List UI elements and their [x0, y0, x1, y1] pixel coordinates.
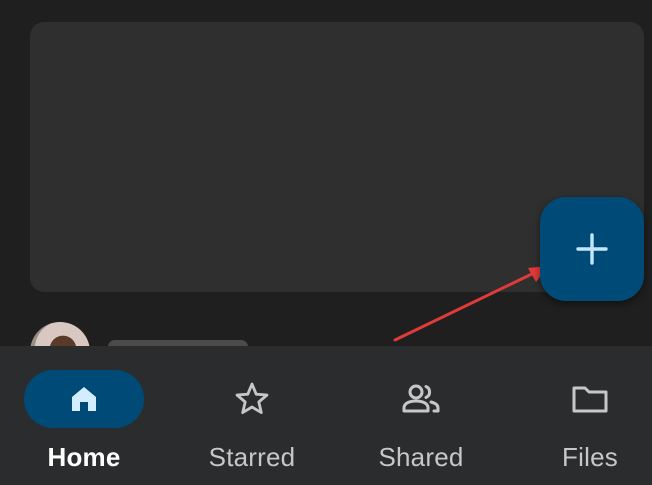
bottom-navigation: Home Starred Shared Files — [0, 346, 652, 485]
nav-item-shared[interactable]: Shared — [341, 346, 501, 485]
nav-item-starred[interactable]: Starred — [172, 346, 332, 485]
nav-item-home[interactable]: Home — [4, 346, 164, 485]
nav-label-files: Files — [562, 442, 618, 472]
folder-icon — [572, 386, 608, 413]
app-screen: Home Starred Shared Files — [0, 0, 652, 485]
nav-active-indicator — [24, 370, 144, 428]
nav-label-shared: Shared — [378, 442, 464, 472]
nav-label-home: Home — [47, 442, 121, 472]
people-icon — [402, 384, 440, 413]
nav-item-files[interactable]: Files — [510, 346, 652, 485]
nav-label-starred: Starred — [208, 442, 296, 472]
home-icon — [72, 387, 96, 411]
new-button[interactable] — [540, 197, 644, 301]
plus-icon — [576, 233, 608, 265]
star-icon — [235, 382, 269, 414]
